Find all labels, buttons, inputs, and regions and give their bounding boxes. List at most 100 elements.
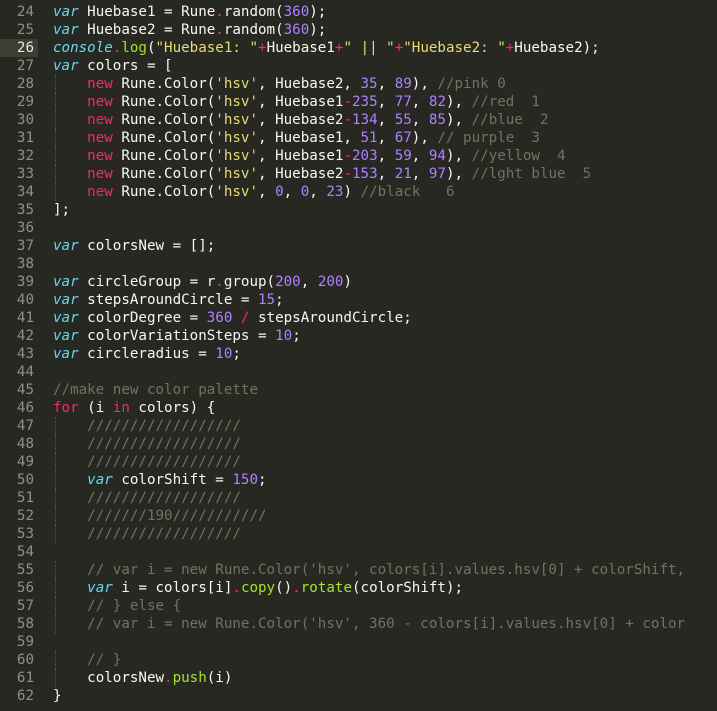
code-token: Rune.Color( bbox=[112, 148, 216, 164]
code-line[interactable]: 54 bbox=[0, 543, 717, 561]
code-token: , bbox=[377, 76, 395, 92]
code-line[interactable]: 53 ////////////////// bbox=[0, 525, 717, 543]
code-line[interactable]: 41 var colorDegree = 360 / stepsAroundCir… bbox=[0, 309, 717, 327]
code-token: 23 bbox=[326, 184, 344, 200]
code-line[interactable]: 36 bbox=[0, 219, 717, 237]
code-token: ); bbox=[309, 4, 327, 20]
code-line[interactable]: 47 ////////////////// bbox=[0, 417, 717, 435]
line-number: 46 bbox=[16, 400, 34, 416]
code-token: group( bbox=[223, 274, 276, 290]
code-token: ) bbox=[343, 184, 361, 200]
code-token: , bbox=[309, 184, 327, 200]
code-token: var bbox=[53, 292, 79, 308]
code-line[interactable]: 40 var stepsAroundCircle = 15; bbox=[0, 291, 717, 309]
code-line[interactable]: 26 console.log("Huebase1: "+Huebase1+" ||… bbox=[0, 39, 717, 57]
code-line[interactable]: 59 bbox=[0, 633, 717, 651]
code-line[interactable]: 34 new Rune.Color('hsv', 0, 0, 23) //bla… bbox=[0, 183, 717, 201]
code-line[interactable]: 61 colorsNew.push(i) bbox=[0, 669, 717, 687]
code-line[interactable]: 24 var Huebase1 = Rune.random(360); bbox=[0, 3, 717, 21]
line-number: 57 bbox=[16, 598, 34, 614]
code-token: 200 bbox=[317, 274, 344, 290]
code-line[interactable]: 56 var i = colors[i].copy().rotate(color… bbox=[0, 579, 717, 597]
code-token: rotate bbox=[300, 580, 352, 596]
code-line[interactable]: 55 // var i = new Rune.Color('hsv', colo… bbox=[0, 561, 717, 579]
code-token: 35 bbox=[360, 76, 378, 92]
code-token: var bbox=[53, 310, 79, 326]
code-line[interactable]: 30 new Rune.Color('hsv', Huebase2-134, 5… bbox=[0, 111, 717, 129]
line-number: 40 bbox=[16, 292, 34, 308]
code-token: // } bbox=[87, 652, 122, 668]
code-token: colors) { bbox=[129, 400, 216, 416]
code-token: 10 bbox=[215, 346, 233, 362]
line-number: 43 bbox=[16, 346, 34, 362]
code-text: // } bbox=[53, 651, 121, 669]
code-token: , bbox=[258, 184, 276, 200]
code-token: colorsNew bbox=[53, 670, 165, 686]
code-text: ////////////////// bbox=[53, 453, 241, 471]
code-line[interactable]: 31 new Rune.Color('hsv', Huebase1, 51, 6… bbox=[0, 129, 717, 147]
code-line[interactable]: 42 var colorVariationSteps = 10; bbox=[0, 327, 717, 345]
code-token: new bbox=[87, 148, 113, 164]
code-line[interactable]: 33 new Rune.Color('hsv', Huebase2-153, 2… bbox=[0, 165, 717, 183]
code-line[interactable]: 32 new Rune.Color('hsv', Huebase1-203, 5… bbox=[0, 147, 717, 165]
code-line[interactable]: 28 new Rune.Color('hsv', Huebase2, 35, 8… bbox=[0, 75, 717, 93]
code-line[interactable]: 25 var Huebase2 = Rune.random(360); bbox=[0, 21, 717, 39]
code-line[interactable]: 44 bbox=[0, 363, 717, 381]
code-line[interactable]: 45 //make new color palette bbox=[0, 381, 717, 399]
code-token: i = colors[i] bbox=[112, 580, 233, 596]
code-line[interactable]: 62} bbox=[0, 687, 717, 705]
code-token: - bbox=[343, 94, 352, 110]
code-token: //make new color palette bbox=[53, 382, 258, 398]
code-token: //pink 0 bbox=[437, 76, 506, 92]
code-token: ), bbox=[445, 148, 472, 164]
code-editor[interactable]: 24 var Huebase1 = Rune.random(360); 25 var … bbox=[0, 0, 717, 711]
code-token: // } else { bbox=[87, 598, 182, 614]
code-token: var bbox=[53, 328, 79, 344]
line-number: 39 bbox=[16, 274, 34, 290]
code-token: ), bbox=[411, 130, 438, 146]
code-token: ), bbox=[445, 166, 472, 182]
code-token: 21 bbox=[394, 166, 412, 182]
code-token: //black 6 bbox=[360, 184, 455, 200]
code-line[interactable]: 29 new Rune.Color('hsv', Huebase1-235, 7… bbox=[0, 93, 717, 111]
code-token: , Huebase2 bbox=[258, 112, 344, 128]
code-line[interactable]: 60 // } bbox=[0, 651, 717, 669]
code-token: ////////////////// bbox=[87, 418, 241, 434]
code-line[interactable]: 39 var circleGroup = r.group(200, 200) bbox=[0, 273, 717, 291]
code-line[interactable]: 48 ////////////////// bbox=[0, 435, 717, 453]
line-number: 48 bbox=[16, 436, 34, 452]
code-line[interactable]: 52 ///////190/////////// bbox=[0, 507, 717, 525]
code-token: in bbox=[112, 400, 130, 416]
code-text: var circleradius = 10; bbox=[53, 345, 241, 363]
code-token: Rune.Color( bbox=[112, 184, 216, 200]
code-token: , bbox=[377, 148, 395, 164]
code-line[interactable]: 35]; bbox=[0, 201, 717, 219]
code-token: push bbox=[172, 670, 207, 686]
code-token: ///////190/////////// bbox=[87, 508, 267, 524]
code-line[interactable]: 38 bbox=[0, 255, 717, 273]
line-number: 34 bbox=[16, 184, 34, 200]
code-text: ////////////////// bbox=[53, 435, 241, 453]
code-token: 360 bbox=[283, 4, 310, 20]
line-number: 26 bbox=[16, 40, 34, 56]
line-number: 42 bbox=[16, 328, 34, 344]
code-token: copy bbox=[240, 580, 276, 596]
code-line[interactable]: 43 var circleradius = 10; bbox=[0, 345, 717, 363]
code-line[interactable]: 50 var colorShift = 150; bbox=[0, 471, 717, 489]
code-token: Huebase1 = Rune bbox=[78, 4, 216, 20]
code-line[interactable]: 58 // var i = new Rune.Color('hsv', 360 … bbox=[0, 615, 717, 633]
code-line[interactable]: 37 var colorsNew = []; bbox=[0, 237, 717, 255]
code-line[interactable]: 46 for (i in colors) { bbox=[0, 399, 717, 417]
code-line[interactable]: 27 var colors = [ bbox=[0, 57, 717, 75]
code-line[interactable]: 51 ////////////////// bbox=[0, 489, 717, 507]
code-text: var circleGroup = r.group(200, 200) bbox=[53, 273, 352, 291]
code-token: 153 bbox=[351, 166, 378, 182]
code-line[interactable]: 49 ////////////////// bbox=[0, 453, 717, 471]
code-line[interactable]: 57 // } else { bbox=[0, 597, 717, 615]
code-token: . bbox=[232, 580, 241, 596]
